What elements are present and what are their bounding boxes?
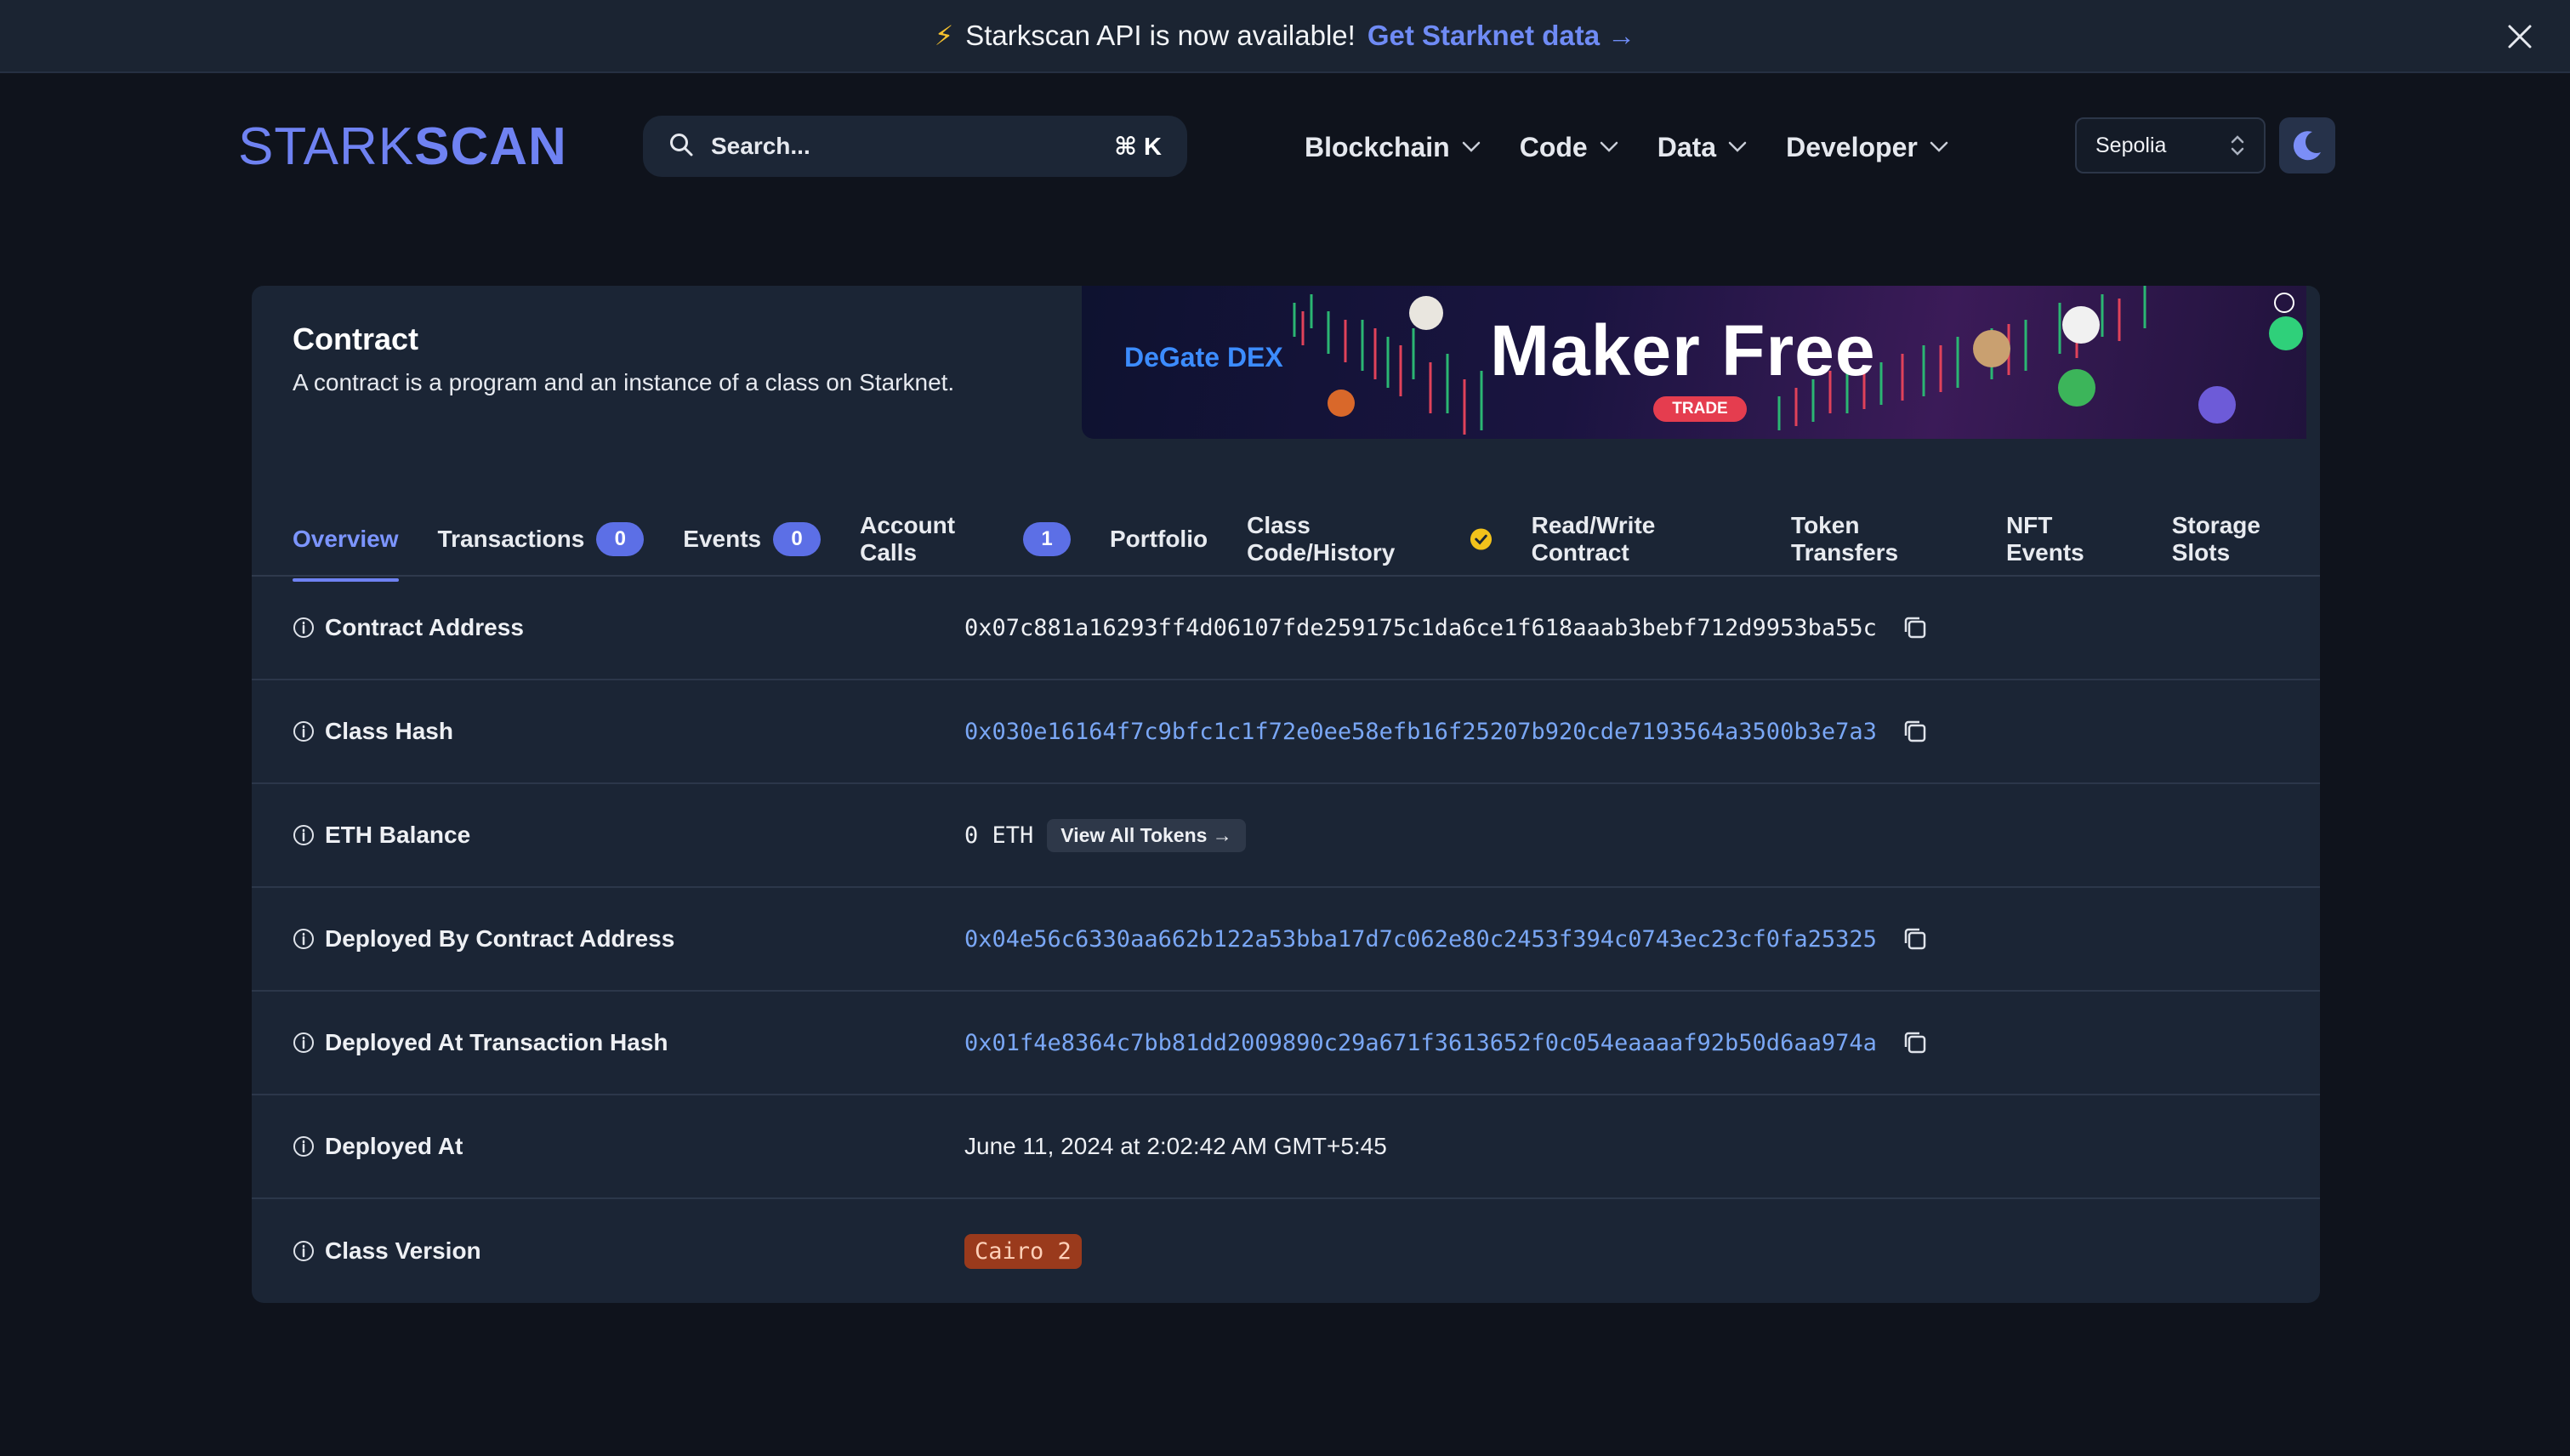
banner-message: Starkscan API is now available! bbox=[965, 20, 1356, 51]
view-all-tokens-button[interactable]: View All Tokens → bbox=[1047, 818, 1246, 852]
class-hash-link[interactable]: 0x030e16164f7c9bfc1c1f72e0ee58efb16f2520… bbox=[964, 719, 1877, 745]
field-label: Deployed By Contract Address bbox=[325, 925, 675, 952]
tab-overview[interactable]: Overview bbox=[293, 497, 399, 582]
close-icon[interactable] bbox=[2502, 19, 2538, 54]
tab-read-write-contract[interactable]: Read/Write Contract bbox=[1532, 497, 1752, 582]
tab-label: Class Code/History bbox=[1247, 512, 1396, 566]
logo-text-bold: SCAN bbox=[414, 117, 567, 176]
tab-storage-slots[interactable]: Storage Slots bbox=[2172, 497, 2320, 582]
announcement-banner: ⚡ Starkscan API is now available! Get St… bbox=[0, 0, 2570, 73]
details-table: Contract Address 0x07c881a16293ff4d06107… bbox=[252, 577, 2320, 1303]
nav-label: Data bbox=[1657, 131, 1717, 162]
count-badge: 0 bbox=[596, 522, 645, 556]
tab-label: Portfolio bbox=[1110, 526, 1208, 552]
chevron-down-icon bbox=[1600, 141, 1618, 152]
tab-nft-events[interactable]: NFT Events bbox=[2006, 497, 2133, 582]
main-nav: Blockchain Code Data Developer bbox=[1305, 117, 1948, 177]
field-label: Deployed At Transaction Hash bbox=[325, 1029, 668, 1055]
contract-card: Contract A contract is a program and an … bbox=[252, 286, 2320, 1303]
banner-cta-link[interactable]: Get Starknet data → bbox=[1367, 20, 1635, 52]
moon-icon bbox=[2293, 131, 2321, 161]
nav-label: Blockchain bbox=[1305, 131, 1450, 162]
tab-label: Events bbox=[683, 526, 762, 552]
count-badge: 0 bbox=[773, 522, 822, 556]
info-icon[interactable] bbox=[293, 1032, 315, 1054]
info-icon[interactable] bbox=[293, 720, 315, 742]
eth-balance-value: 0 ETH bbox=[964, 822, 1034, 849]
network-value: Sepolia bbox=[2095, 133, 2167, 157]
ad-brand: DeGate DEX bbox=[1124, 342, 1283, 373]
field-label: Class Hash bbox=[325, 718, 453, 744]
logo-text-light: STARK bbox=[238, 117, 415, 176]
contract-tabs: Overview Transactions 0 Events 0 Account C… bbox=[293, 497, 2320, 582]
info-icon[interactable] bbox=[293, 1135, 315, 1157]
tab-label: Read/Write Contract bbox=[1531, 512, 1656, 566]
tab-token-transfers[interactable]: Token Transfers bbox=[1791, 497, 1967, 582]
search-bar[interactable]: Search... ⌘ K bbox=[643, 116, 1187, 177]
nav-blockchain[interactable]: Blockchain bbox=[1305, 132, 1481, 163]
nav-developer[interactable]: Developer bbox=[1786, 132, 1948, 163]
page-title: Contract bbox=[293, 321, 419, 356]
ad-trade-tag: TRADE bbox=[1653, 396, 1747, 422]
deployed-by-link[interactable]: 0x04e56c6330aa662b122a53bba17d7c062e80c2… bbox=[964, 926, 1877, 953]
copy-icon[interactable] bbox=[1901, 924, 1930, 953]
info-icon[interactable] bbox=[293, 824, 315, 846]
copy-icon[interactable] bbox=[1901, 613, 1930, 642]
chevron-down-icon bbox=[1462, 141, 1480, 152]
theme-toggle-button[interactable] bbox=[2279, 117, 2335, 173]
nav-code[interactable]: Code bbox=[1520, 132, 1618, 163]
tab-account-calls[interactable]: Account Calls 1 bbox=[860, 497, 1071, 582]
field-label: ETH Balance bbox=[325, 822, 471, 848]
tab-class-code-history[interactable]: Class Code/History bbox=[1247, 497, 1493, 582]
chevron-down-icon bbox=[1728, 141, 1747, 152]
copy-icon[interactable] bbox=[1901, 1028, 1930, 1057]
lightning-icon: ⚡ bbox=[934, 20, 954, 51]
field-label: Deployed At bbox=[325, 1133, 463, 1159]
tab-label: Storage Slots bbox=[2171, 512, 2260, 566]
field-label: Class Version bbox=[325, 1237, 481, 1264]
chevron-down-icon bbox=[1930, 141, 1948, 152]
tab-transactions[interactable]: Transactions 0 bbox=[438, 497, 645, 582]
tab-label: Account Calls bbox=[860, 512, 956, 566]
info-icon[interactable] bbox=[293, 928, 315, 950]
copy-icon[interactable] bbox=[1901, 717, 1930, 746]
nav-label: Developer bbox=[1786, 131, 1918, 162]
row-contract-address: Contract Address 0x07c881a16293ff4d06107… bbox=[252, 577, 2320, 680]
tab-label: Overview bbox=[293, 526, 399, 552]
nav-data[interactable]: Data bbox=[1657, 132, 1747, 163]
row-class-version: Class Version Cairo 2 bbox=[252, 1199, 2320, 1303]
tab-label: Transactions bbox=[437, 526, 585, 552]
logo[interactable]: STARKSCAN bbox=[238, 116, 567, 179]
deployed-tx-link[interactable]: 0x01f4e8364c7bb81dd2009890c29a671f361365… bbox=[964, 1030, 1877, 1056]
row-class-hash: Class Hash 0x030e16164f7c9bfc1c1f72e0ee5… bbox=[252, 680, 2320, 784]
tab-label: Token Transfers bbox=[1791, 512, 1899, 566]
deployed-at-value: June 11, 2024 at 2:02:42 AM GMT+5:45 bbox=[964, 1133, 1387, 1159]
search-input[interactable]: Search... bbox=[711, 133, 1114, 160]
row-deployed-tx: Deployed At Transaction Hash 0x01f4e8364… bbox=[252, 992, 2320, 1095]
tab-portfolio[interactable]: Portfolio bbox=[1110, 497, 1208, 582]
page-subtitle: A contract is a program and an instance … bbox=[293, 369, 955, 395]
info-icon[interactable] bbox=[293, 617, 315, 639]
ad-headline: Maker Free bbox=[1490, 310, 1876, 390]
contract-address-value: 0x07c881a16293ff4d06107fde259175c1da6ce1… bbox=[964, 614, 1877, 641]
search-shortcut: ⌘ K bbox=[1114, 133, 1162, 161]
tab-label: NFT Events bbox=[2005, 512, 2084, 566]
ad-banner[interactable]: DeGate DEX Maker Free TRADE bbox=[1082, 286, 2306, 439]
row-deployed-at: Deployed At June 11, 2024 at 2:02:42 AM … bbox=[252, 1095, 2320, 1199]
class-version-badge: Cairo 2 bbox=[964, 1233, 1082, 1269]
row-eth-balance: ETH Balance 0 ETH View All Tokens → bbox=[252, 784, 2320, 888]
chevron-up-down-icon bbox=[2231, 135, 2244, 156]
search-icon bbox=[668, 132, 694, 162]
verified-check-icon bbox=[1470, 528, 1492, 550]
row-deployed-by: Deployed By Contract Address 0x04e56c633… bbox=[252, 888, 2320, 992]
network-select[interactable]: Sepolia bbox=[2075, 117, 2266, 173]
field-label: Contract Address bbox=[325, 614, 524, 640]
count-badge: 1 bbox=[1023, 522, 1071, 556]
info-icon[interactable] bbox=[293, 1240, 315, 1262]
nav-label: Code bbox=[1519, 131, 1588, 162]
tab-events[interactable]: Events 0 bbox=[683, 497, 822, 582]
